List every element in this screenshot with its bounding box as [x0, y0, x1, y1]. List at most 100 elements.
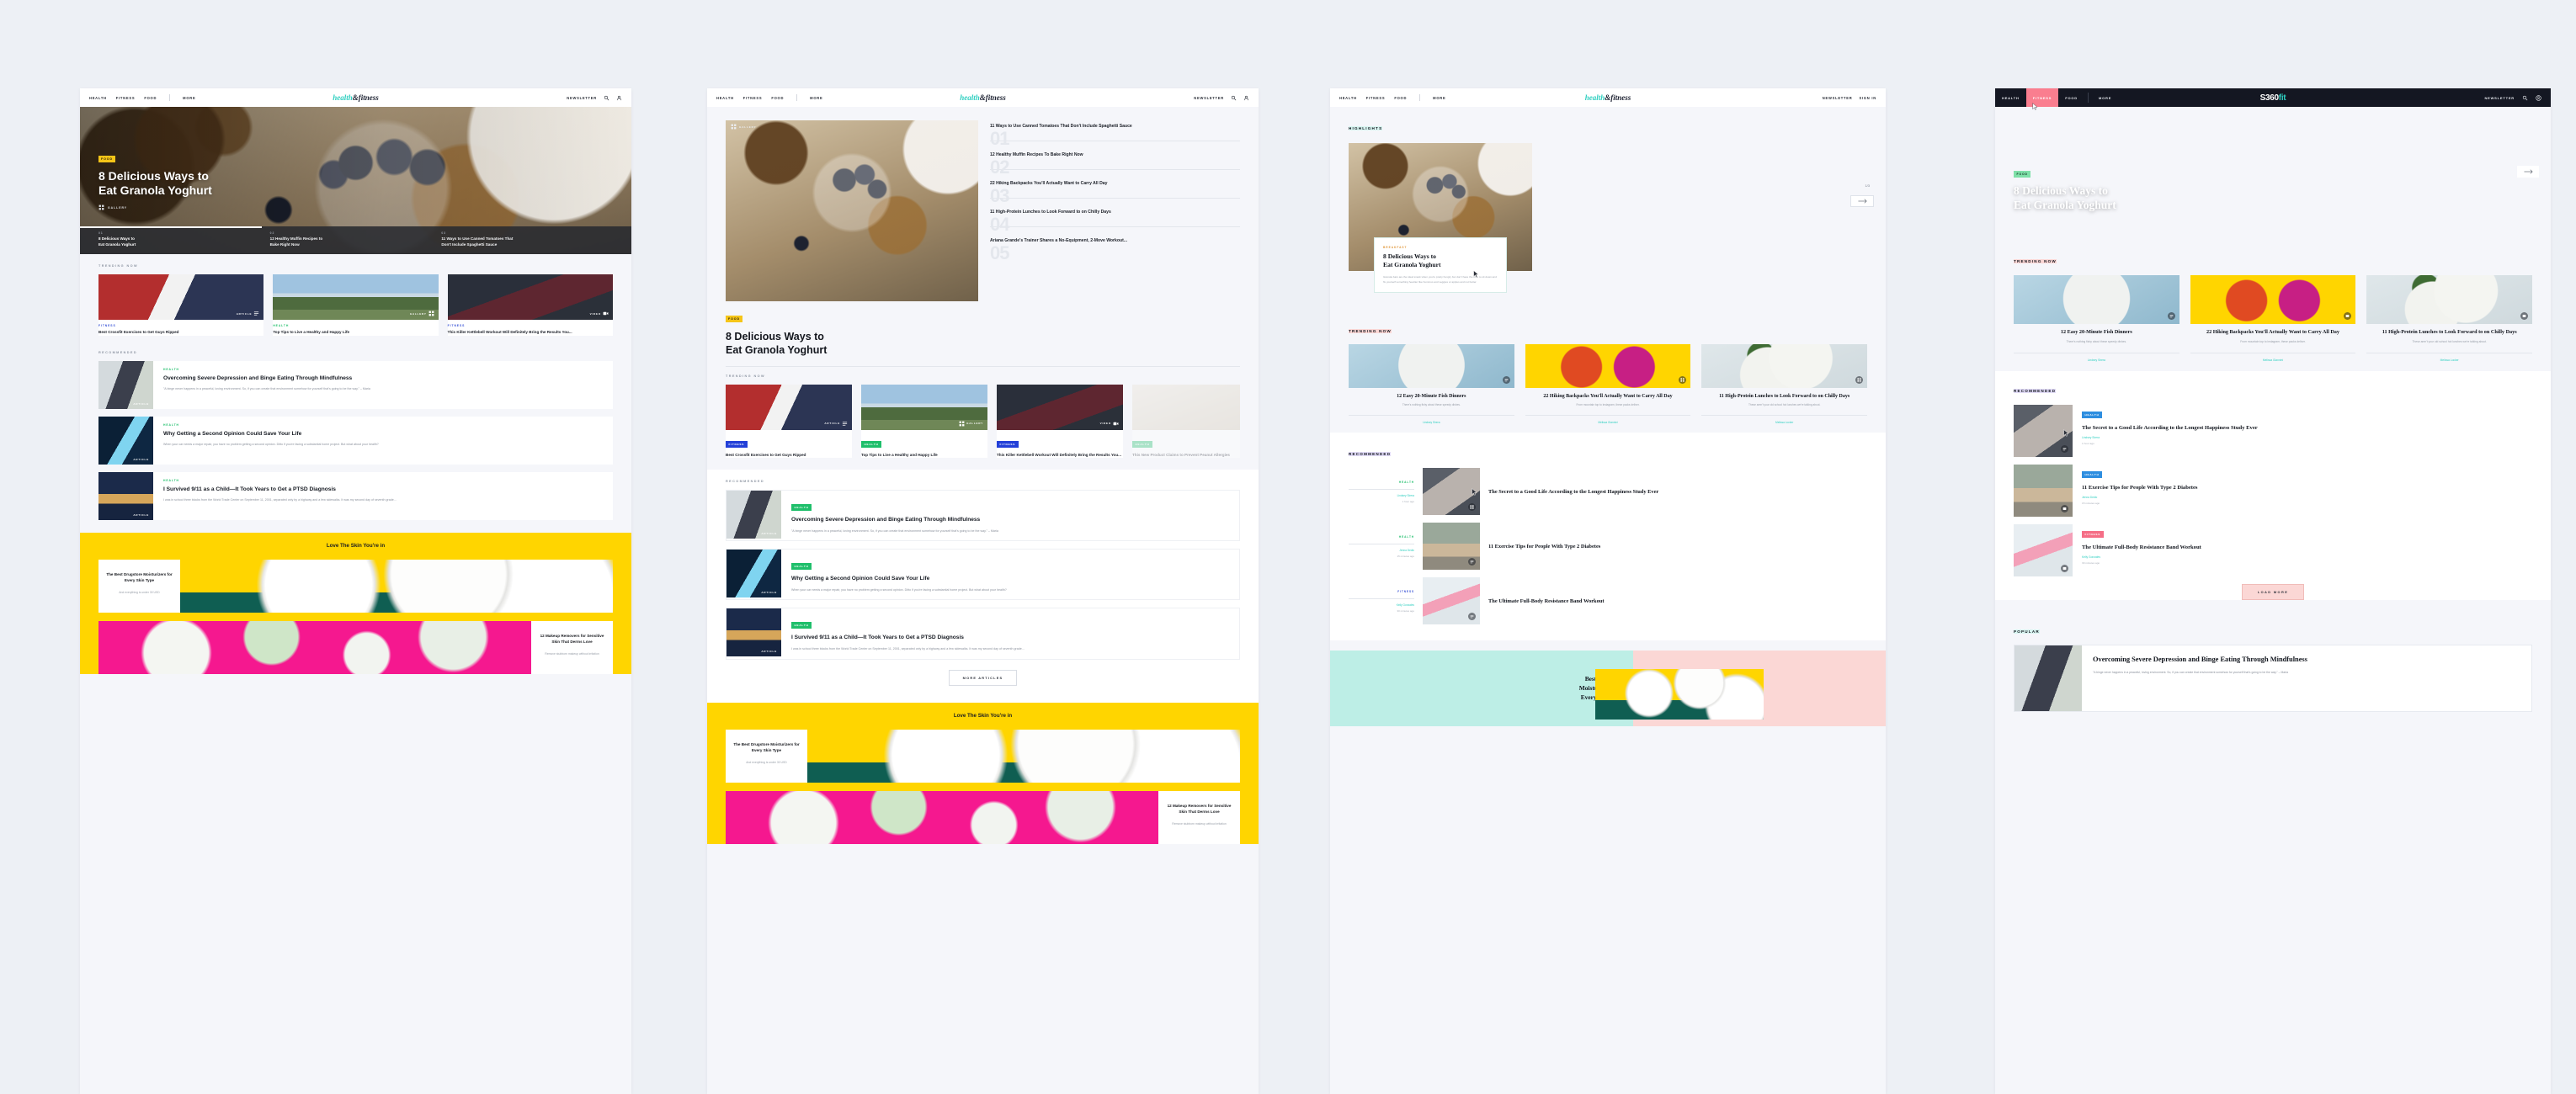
hero-banner[interactable]: FOOD 8 Delicious Ways to Eat Granola Yogh… — [80, 107, 631, 254]
promo-section[interactable]: Best DrugstoreMoistureisers forEvery Ski… — [1330, 651, 1886, 727]
article-title[interactable]: Why Getting a Second Opinion Could Save … — [791, 575, 1229, 582]
article-title[interactable]: 11 High-Protein Lunches to Look Forward … — [990, 210, 1240, 216]
article-category[interactable]: HEALTH — [163, 423, 603, 427]
top-list-item[interactable]: 03 22 Hiking Backpacks You'll Actually W… — [990, 178, 1240, 206]
promo-row[interactable]: 12 Makeup Removers for Sensitive Skin Th… — [80, 620, 631, 674]
nav-item-food[interactable]: FOOD — [1394, 96, 1407, 100]
nav-item-food[interactable]: FOOD — [771, 96, 784, 100]
account-icon[interactable] — [1243, 95, 1249, 101]
article-category[interactable]: FITNESS — [98, 324, 263, 327]
promo-row[interactable]: The Best Drugstore Moisturizers for Ever… — [707, 729, 1259, 783]
article-category[interactable]: HEALTH — [2082, 470, 2103, 478]
nav-item-fitness[interactable]: FITNESS — [2025, 88, 2059, 107]
account-icon[interactable] — [2536, 94, 2541, 101]
search-icon[interactable] — [2522, 95, 2528, 101]
article-title[interactable]: I Survived 9/11 as a Child—It Took Years… — [791, 634, 1229, 641]
recommended-card[interactable]: ARTICLE HEALTH Overcoming Severe Depress… — [98, 360, 613, 409]
article-title[interactable]: The Ultimate Full-Body Resistance Band W… — [1488, 597, 1604, 605]
article-author[interactable]: Lindsey Sirera — [1349, 415, 1514, 424]
hero-slide-item[interactable]: 02 12 Healthy Muffin Recipes to Bake Righ… — [270, 231, 442, 254]
hero-slide-item[interactable]: 01 8 Delicious Ways to Eat Granola Yoghur… — [98, 231, 270, 254]
nav-item-fitness[interactable]: FITNESS — [743, 96, 763, 100]
promo-row[interactable]: The Best Drugstore Moisturizers for Ever… — [80, 559, 631, 613]
nav-item-more[interactable]: MORE — [183, 96, 195, 100]
search-icon[interactable] — [604, 95, 609, 101]
nav-item-more[interactable]: MORE — [810, 96, 822, 100]
article-category[interactable]: HEALTH — [163, 479, 603, 482]
article-title[interactable]: 22 Hiking Backpacks You'll Actually Want… — [1525, 393, 1691, 400]
hero-category-tag[interactable]: FOOD — [726, 316, 742, 322]
article-title[interactable]: 22 Hiking Backpacks You'll Actually Want… — [2190, 329, 2356, 337]
trending-card[interactable]: 11 High-Protein Lunches to Look Forward … — [1701, 344, 1868, 424]
nav-item-fitness[interactable]: FITNESS — [1366, 96, 1386, 100]
article-author[interactable]: Melissa Locker — [2366, 352, 2533, 362]
article-title[interactable]: The Secret to a Good Life According to t… — [1488, 488, 1658, 496]
article-title[interactable]: Overcoming Severe Depression and Binge E… — [163, 374, 603, 382]
recommended-card[interactable]: HEALTH Jenna Dedic 15 minutes ago 11 Exe… — [1349, 523, 1867, 571]
article-title[interactable]: This Killer Kettlebell Workout Will Defi… — [997, 453, 1123, 459]
recommended-card[interactable]: FITNESS The Ultimate Full-Body Resistanc… — [2014, 523, 2532, 576]
article-category[interactable]: BREAKFAST — [1383, 246, 1498, 249]
recommended-card[interactable]: HEALTH Lindsey Sirera 1 hour ago The Sec… — [1349, 468, 1867, 516]
article-category[interactable]: HEALTH — [1132, 440, 1153, 448]
recommended-card[interactable]: ARTICLE HEALTH I Survived 9/11 as a Chil… — [726, 608, 1240, 660]
newsletter-link[interactable]: NEWSLETTER — [1823, 96, 1853, 100]
nav-item-health[interactable]: HEALTH — [716, 96, 734, 100]
article-title[interactable]: 11 Exercise Tips for People With Type 2 … — [2082, 484, 2532, 491]
recommended-card[interactable]: ARTICLE HEALTH Overcoming Severe Depress… — [726, 490, 1240, 542]
nav-item-food[interactable]: FOOD — [2058, 88, 2084, 107]
carousel-next-button[interactable] — [2517, 166, 2539, 178]
nav-item-more[interactable]: MORE — [2092, 88, 2118, 107]
article-title[interactable]: 11 Exercise Tips for People With Type 2 … — [1488, 543, 1600, 550]
article-category[interactable]: HEALTH — [273, 324, 438, 327]
article-title[interactable]: Best Crossfit Exercises to Get Guys Ripp… — [726, 453, 852, 459]
article-title[interactable]: 12 Easy 20-Minute Fish Dinners — [1349, 393, 1514, 400]
nav-item-health[interactable]: HEALTH — [89, 96, 107, 100]
top-list-item[interactable]: 01 11 Ways to Use Canned Tomatoes That D… — [990, 120, 1240, 149]
article-title[interactable]: 12 Easy 20-Minute Fish Dinners — [2014, 329, 2179, 337]
article-title[interactable]: Best Crossfit Exercises to Get Guys Ripp… — [98, 330, 263, 336]
highlight-card[interactable]: BREAKFAST 8 Delicious Ways to Eat Granola… — [1374, 237, 1507, 293]
article-category[interactable]: FITNESS — [997, 440, 1019, 448]
recommended-card[interactable]: HEALTH 11 Exercise Tips for People With … — [2014, 464, 2532, 517]
article-title[interactable]: The Ultimate Full-Body Resistance Band W… — [2082, 544, 2532, 551]
article-category[interactable]: FITNESS — [2082, 530, 2104, 538]
article-category[interactable]: HEALTH — [861, 440, 882, 448]
article-title[interactable]: Overcoming Severe Depression and Binge E… — [791, 516, 1229, 523]
promo-card[interactable]: 12 Makeup Removers for Sensitive Skin Th… — [531, 620, 613, 674]
promo-card[interactable]: 12 Makeup Removers for Sensitive Skin Th… — [1158, 790, 1240, 844]
newsletter-link[interactable]: NEWSLETTER — [567, 96, 597, 100]
article-title[interactable]: Top Tips to Live a Healthy and Happy Lif… — [273, 330, 438, 336]
article-author[interactable]: Lindsey Sirera — [2082, 436, 2532, 439]
recommended-card[interactable]: FITNESS Kelly Gonzales 30 minutes ago Th… — [1349, 577, 1867, 625]
article-author[interactable]: Lindsey Sirera — [2014, 352, 2179, 362]
article-author[interactable]: Kelly Gonzales — [2082, 555, 2532, 559]
nav-item-food[interactable]: FOOD — [144, 96, 157, 100]
top-list-item[interactable]: 02 12 Healthy Muffin Recipes To Bake Rig… — [990, 149, 1240, 178]
hero-banner[interactable]: FOOD 8 Delicious Ways to Eat Granola Yogh… — [1995, 107, 2551, 242]
article-title[interactable]: The Secret to a Good Life According to t… — [2082, 424, 2532, 432]
article-category[interactable]: HEALTH — [791, 504, 812, 512]
trending-card[interactable]: 12 Easy 20-Minute Fish Dinners There's n… — [1349, 344, 1514, 424]
promo-card[interactable]: The Best Drugstore Moisturizers for Ever… — [726, 729, 807, 783]
article-title[interactable]: This New Product Claims to Prevent Peanu… — [1132, 453, 1240, 459]
trending-card[interactable]: GALLERY HEALTH Top Tips to Live a Health… — [273, 274, 439, 336]
recommended-card[interactable]: ARTICLE HEALTH I Survived 9/11 as a Chil… — [98, 471, 613, 520]
article-title[interactable]: 12 Healthy Muffin Recipes To Bake Right … — [990, 152, 1240, 159]
hero-slide-item[interactable]: 03 11 Ways to Use Canned Tomatoes That Do… — [441, 231, 613, 254]
trending-card[interactable]: 22 Hiking Backpacks You'll Actually Want… — [2190, 275, 2356, 362]
hero-feature[interactable]: GALLERY FOOD 8 Delicious Ways to Eat Gran… — [726, 120, 978, 358]
popular-card[interactable]: Overcoming Severe Depression and Binge E… — [2014, 644, 2532, 712]
recommended-card[interactable]: ARTICLE HEALTH Why Getting a Second Opin… — [726, 549, 1240, 601]
trending-card[interactable]: ARTICLE FITNESS Best Crossfit Exercises … — [98, 274, 264, 336]
carousel-next-button[interactable] — [1850, 195, 1874, 207]
article-title[interactable]: I Survived 9/11 as a Child—It Took Years… — [163, 486, 603, 493]
article-title[interactable]: 11 High-Protein Lunches to Look Forward … — [1701, 393, 1867, 400]
article-title[interactable]: 11 High-Protein Lunches to Look Forward … — [2366, 329, 2532, 337]
article-author[interactable]: Kelly Gonzales — [1349, 597, 1414, 607]
nav-item-fitness[interactable]: FITNESS — [116, 96, 136, 100]
article-category[interactable]: HEALTH — [1349, 535, 1414, 539]
trending-card[interactable]: 12 Easy 20-Minute Fish Dinners There's n… — [2014, 275, 2179, 362]
nav-item-health[interactable]: HEALTH — [1995, 88, 2026, 107]
trending-card[interactable]: HEALTH This New Product Claims to Preven… — [1132, 384, 1240, 459]
